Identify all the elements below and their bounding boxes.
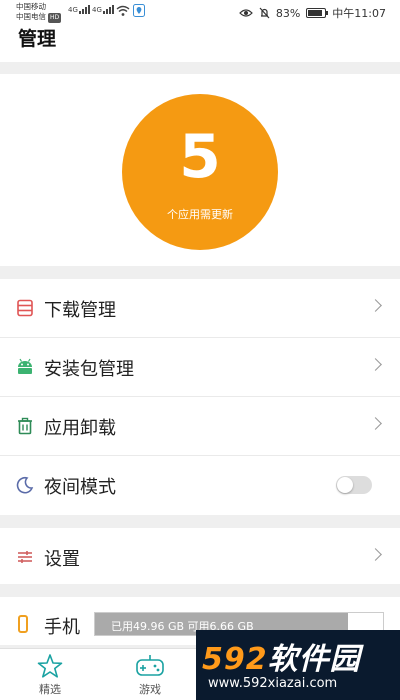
watermark-logo: 592软件园 www.592xiazai.com — [196, 630, 400, 700]
update-section: 5 个应用需更新 — [0, 74, 400, 266]
chevron-right-icon — [369, 358, 382, 371]
settings-sliders-icon — [18, 551, 32, 563]
menu-item-label: 安装包管理 — [44, 359, 134, 380]
menu-item-settings[interactable]: 设置 — [0, 528, 400, 584]
phone-icon — [18, 615, 28, 633]
carrier-1: 中国移动 — [16, 2, 46, 11]
updates-circle[interactable]: 5 个应用需更新 — [122, 94, 278, 250]
settings-card: 设置 — [0, 528, 400, 584]
chevron-right-icon — [369, 417, 382, 430]
status-right: 83% 中午11:07 — [238, 5, 386, 21]
battery-percent: 83% — [275, 6, 301, 20]
status-bar: 中国移动 中国电信 HD 4G 4G 83% 中午11:07 — [0, 0, 400, 24]
location-icon — [133, 4, 145, 17]
menu-item-download[interactable]: 下载管理 — [0, 279, 400, 338]
carrier-2: 中国电信 — [16, 12, 46, 21]
update-count: 5 — [179, 122, 221, 192]
signal-1-icon: 4G — [68, 5, 90, 14]
menu-item-label: 应用卸载 — [44, 418, 116, 439]
carrier-info: 中国移动 中国电信 HD — [16, 2, 62, 23]
net-type-1: 4G — [68, 6, 78, 14]
menu-item-night-mode: 夜间模式 — [0, 456, 400, 515]
storage-label: 手机 — [44, 617, 80, 638]
download-list-icon — [17, 299, 33, 317]
tab-label: 精选 — [39, 683, 61, 696]
clock: 中午11:07 — [332, 7, 386, 20]
tab-featured[interactable]: 精选 — [20, 653, 80, 697]
moon-icon — [16, 476, 34, 494]
toggle-knob — [337, 477, 353, 493]
night-mode-toggle[interactable] — [336, 476, 372, 494]
page-header: 管理 — [0, 24, 400, 62]
eye-icon — [238, 9, 253, 17]
chevron-right-icon — [369, 299, 382, 312]
update-subtitle: 个应用需更新 — [167, 208, 233, 221]
net-type-2: 4G — [92, 6, 102, 14]
android-icon — [18, 358, 32, 374]
star-icon — [37, 654, 63, 678]
wifi-icon — [116, 5, 130, 16]
watermark-url: www.592xiazai.com — [208, 676, 338, 691]
menu-item-package[interactable]: 安装包管理 — [0, 338, 400, 397]
chevron-right-icon — [369, 548, 382, 561]
watermark-brand-num: 592 — [202, 642, 268, 677]
manage-menu: 下载管理 安装包管理 应用卸载 夜间模式 — [0, 279, 400, 515]
tab-games[interactable]: 游戏 — [120, 653, 180, 697]
trash-icon — [18, 417, 32, 435]
tab-label: 游戏 — [139, 683, 161, 696]
battery-icon — [306, 8, 329, 18]
menu-item-label: 下载管理 — [44, 300, 116, 321]
signal-2-icon: 4G — [92, 5, 114, 14]
menu-item-label: 夜间模式 — [44, 477, 116, 498]
page-title: 管理 — [18, 28, 57, 50]
gamepad-icon — [136, 655, 164, 676]
menu-item-label: 设置 — [44, 549, 80, 570]
mute-icon — [259, 7, 270, 19]
watermark-brand-cn: 软件园 — [267, 642, 361, 677]
hd-badge: HD — [48, 13, 62, 23]
menu-item-uninstall[interactable]: 应用卸载 — [0, 397, 400, 456]
